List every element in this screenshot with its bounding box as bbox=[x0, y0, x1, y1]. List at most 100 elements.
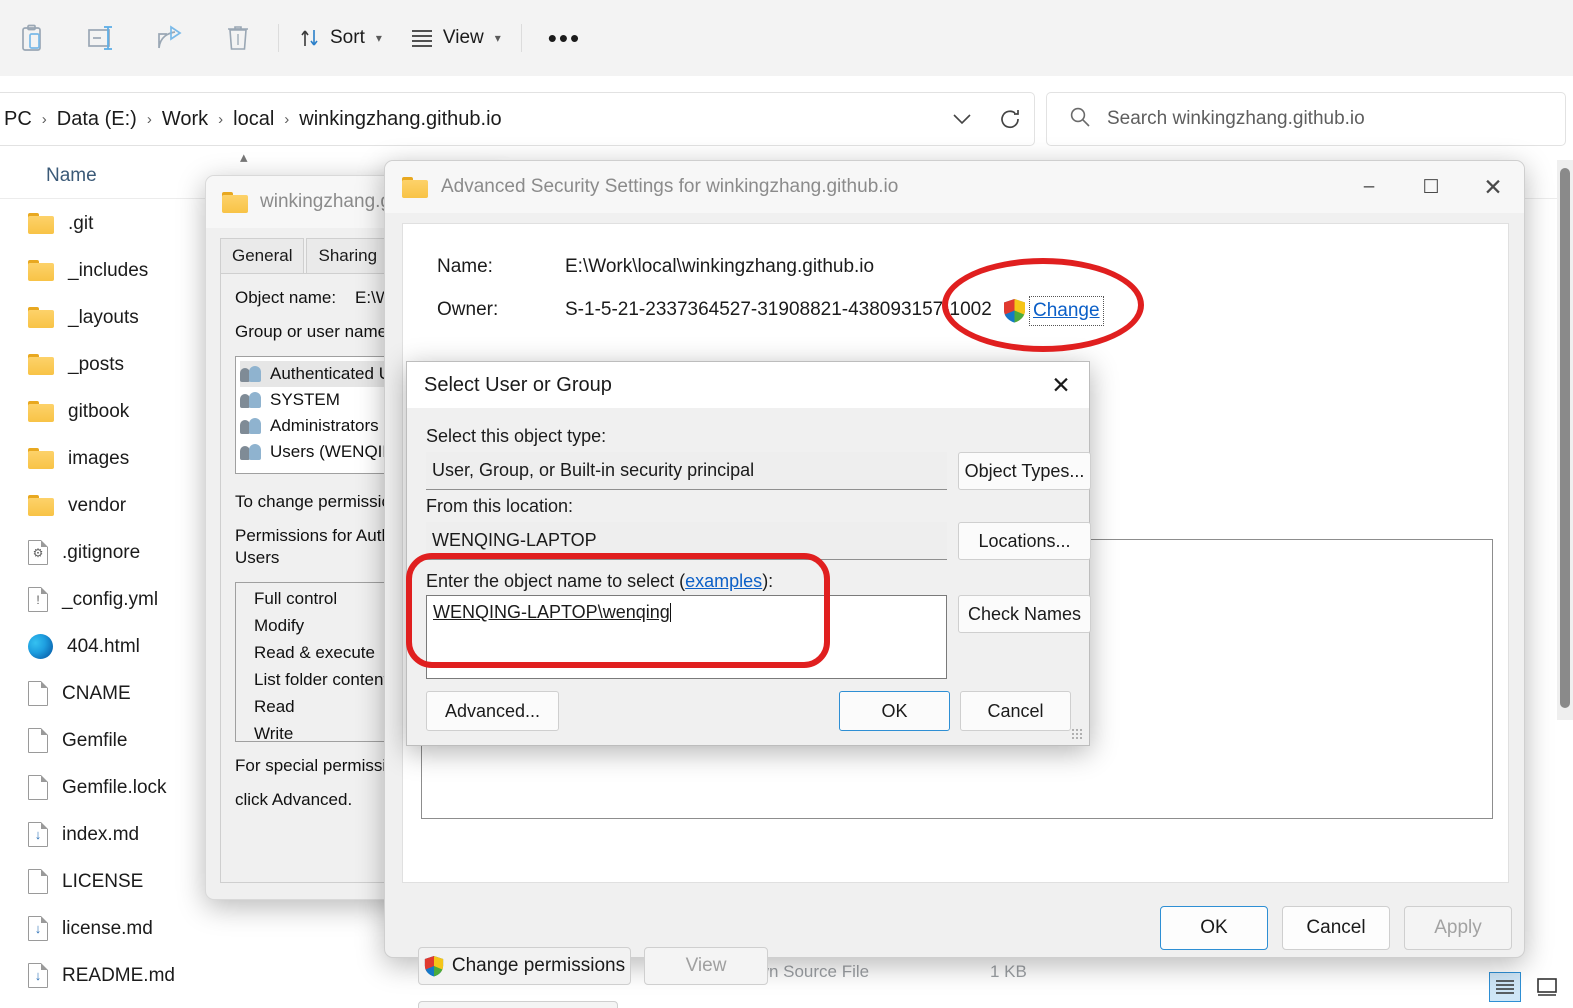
breadcrumb-item-0[interactable]: PC bbox=[1, 108, 35, 131]
file-name-label: _config.yml bbox=[62, 588, 159, 610]
scrollbar-thumb[interactable] bbox=[1560, 168, 1570, 708]
view-label: View bbox=[442, 27, 484, 48]
maximize-button[interactable]: ☐ bbox=[1400, 161, 1462, 213]
name-value: E:\Work\local\winkingzhang.github.io bbox=[565, 256, 875, 277]
rename-icon[interactable] bbox=[68, 14, 136, 62]
toolbar-divider-2 bbox=[520, 24, 522, 52]
select-ok-button[interactable]: OK bbox=[839, 691, 950, 731]
breadcrumb-bar[interactable]: PC › Data (E:) › Work › local › winkingz… bbox=[0, 92, 1035, 146]
breadcrumb-separator: › bbox=[146, 110, 152, 128]
search-placeholder: Search winkingzhang.github.io bbox=[1107, 108, 1365, 129]
folder-icon bbox=[28, 448, 54, 469]
users-icon bbox=[240, 391, 262, 409]
select-cancel-button[interactable]: Cancel bbox=[960, 691, 1071, 731]
folder-icon bbox=[28, 307, 54, 328]
locations-button[interactable]: Locations... bbox=[958, 522, 1091, 560]
breadcrumb-item-4[interactable]: winkingzhang.github.io bbox=[296, 108, 504, 131]
vertical-scrollbar[interactable] bbox=[1557, 160, 1573, 720]
advanced-cancel-button[interactable]: Cancel bbox=[1282, 906, 1390, 950]
breadcrumb-item-1[interactable]: Data (E:) bbox=[54, 108, 140, 131]
list-item[interactable]: ↓ README.md bbox=[0, 952, 240, 999]
change-owner-link[interactable]: Change bbox=[1003, 295, 1104, 326]
disable-inheritance-button: Disable inheritance bbox=[418, 1001, 618, 1008]
object-type-label: Select this object type: bbox=[426, 426, 607, 446]
change-permissions-label: Change permissions bbox=[451, 955, 626, 976]
sort-button[interactable]: Sort ▾ bbox=[285, 14, 396, 62]
close-icon[interactable]: ✕ bbox=[1462, 161, 1524, 213]
share-icon[interactable] bbox=[136, 14, 204, 62]
chevron-down-icon[interactable] bbox=[938, 93, 986, 145]
list-item[interactable]: gitbook bbox=[0, 388, 240, 435]
uac-shield-icon bbox=[424, 955, 444, 977]
sort-label: Sort bbox=[330, 27, 365, 48]
folder-icon bbox=[28, 495, 54, 516]
list-item[interactable]: LICENSE bbox=[0, 858, 240, 905]
paste-icon[interactable] bbox=[0, 14, 68, 62]
file-list[interactable]: .git _includes _layouts _posts gitbook images… bbox=[0, 200, 240, 999]
tab-sharing[interactable]: Sharing bbox=[306, 238, 390, 273]
list-item[interactable]: Gemfile.lock bbox=[0, 764, 240, 811]
chevron-down-icon: ▾ bbox=[375, 31, 382, 45]
tab-general[interactable]: General bbox=[220, 238, 305, 273]
more-options-button[interactable]: ••• bbox=[528, 14, 601, 62]
list-item[interactable]: 404.html bbox=[0, 623, 240, 670]
download-arrow-icon: ↓ bbox=[34, 827, 42, 842]
refresh-icon[interactable] bbox=[986, 93, 1034, 145]
object-types-button[interactable]: Object Types... bbox=[958, 452, 1091, 490]
list-item[interactable]: _includes bbox=[0, 247, 240, 294]
breadcrumb-item-2[interactable]: Work bbox=[159, 108, 211, 131]
owner-label: Owner: bbox=[437, 299, 499, 320]
location-input[interactable]: WENQING-LAPTOP bbox=[426, 522, 947, 560]
explorer-toolbar: Sort ▾ View ▾ ••• bbox=[0, 0, 1573, 76]
check-names-button[interactable]: Check Names bbox=[958, 595, 1091, 633]
object-type-input[interactable]: User, Group, or Built-in security princi… bbox=[426, 452, 947, 490]
select-dialog-title: Select User or Group bbox=[424, 373, 612, 396]
object-name-label-pre: Enter the object name to select ( bbox=[426, 571, 686, 591]
generic-file-icon bbox=[28, 728, 48, 753]
breadcrumb-item-3[interactable]: local bbox=[230, 108, 277, 131]
advanced-button[interactable]: Advanced... bbox=[426, 691, 559, 731]
minimize-button[interactable]: – bbox=[1338, 161, 1400, 213]
close-icon[interactable]: ✕ bbox=[1033, 362, 1089, 408]
advanced-title: Advanced Security Settings for winkingzh… bbox=[441, 176, 899, 197]
view-button[interactable]: View ▾ bbox=[396, 14, 515, 62]
file-name-label: index.md bbox=[62, 823, 140, 845]
advanced-titlebar[interactable]: Advanced Security Settings for winkingzh… bbox=[385, 161, 1524, 213]
file-name-label: images bbox=[68, 447, 130, 469]
file-name-label: license.md bbox=[62, 917, 153, 939]
list-item[interactable]: ⚙ .gitignore bbox=[0, 529, 240, 576]
folder-icon bbox=[28, 354, 54, 375]
list-item[interactable]: ↓ license.md bbox=[0, 905, 240, 952]
examples-link[interactable]: examples bbox=[685, 571, 762, 591]
select-dialog-titlebar[interactable]: Select User or Group ✕ bbox=[407, 362, 1089, 408]
breadcrumb-separator: › bbox=[284, 110, 290, 128]
change-link-label[interactable]: Change bbox=[1029, 295, 1104, 326]
group-label: Authenticated U bbox=[270, 364, 391, 383]
status-size: 1 KB bbox=[990, 962, 1027, 981]
column-header-name[interactable]: Name bbox=[46, 165, 97, 187]
object-name-input[interactable]: WENQING-LAPTOP\wenqing bbox=[426, 595, 947, 679]
change-permissions-button[interactable]: Change permissions bbox=[418, 947, 631, 985]
list-item[interactable]: .git bbox=[0, 200, 240, 247]
large-icons-view-icon[interactable] bbox=[1531, 972, 1563, 1002]
advanced-ok-button[interactable]: OK bbox=[1160, 906, 1268, 950]
list-item[interactable]: _posts bbox=[0, 341, 240, 388]
list-item[interactable]: _layouts bbox=[0, 294, 240, 341]
list-item[interactable]: CNAME bbox=[0, 670, 240, 717]
gear-icon: ⚙ bbox=[32, 545, 44, 560]
list-item[interactable]: ↓ index.md bbox=[0, 811, 240, 858]
uac-shield-icon bbox=[1003, 298, 1026, 323]
name-label: Name: bbox=[437, 256, 493, 277]
users-icon bbox=[240, 417, 262, 435]
resize-grip[interactable] bbox=[1071, 728, 1083, 740]
delete-icon[interactable] bbox=[204, 14, 272, 62]
users-icon bbox=[240, 443, 262, 461]
list-item[interactable]: vendor bbox=[0, 482, 240, 529]
config-file-icon: ⚙ bbox=[28, 540, 48, 565]
list-item[interactable]: images bbox=[0, 435, 240, 482]
search-box[interactable]: Search winkingzhang.github.io bbox=[1046, 92, 1566, 146]
list-item[interactable]: Gemfile bbox=[0, 717, 240, 764]
list-item[interactable]: ! _config.yml bbox=[0, 576, 240, 623]
download-arrow-icon: ↓ bbox=[34, 968, 42, 983]
details-view-icon[interactable] bbox=[1489, 972, 1521, 1002]
